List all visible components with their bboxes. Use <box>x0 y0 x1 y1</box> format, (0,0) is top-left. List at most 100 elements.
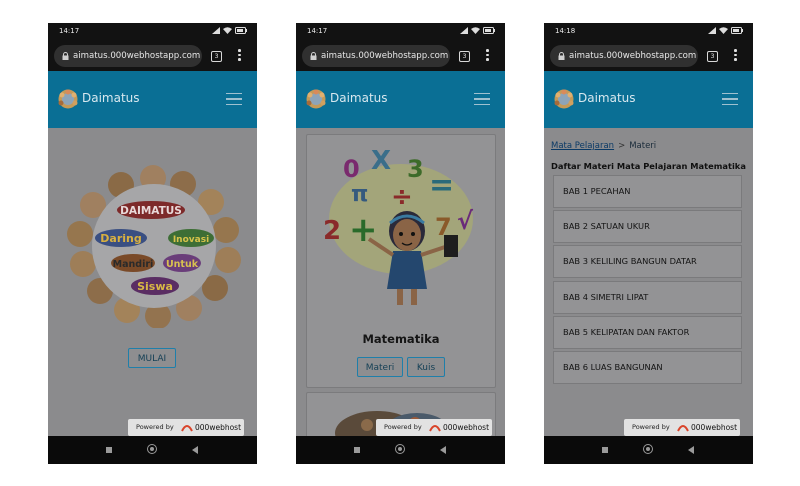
breadcrumb-link-mata-pelajaran[interactable]: Mata Pelajaran <box>551 141 614 151</box>
phone-screen-materi-list: 14:18 aimatus.000webhostapp.com 3 Daimat… <box>544 23 753 464</box>
tab-switcher-button[interactable]: 3 <box>211 51 222 62</box>
browser-menu-icon[interactable] <box>734 49 738 63</box>
powered-label: Powered by <box>384 423 422 431</box>
back-icon[interactable] <box>688 446 694 454</box>
battery-icon <box>235 27 247 34</box>
powered-by-badge[interactable]: Powered by 000webhost <box>376 419 492 436</box>
address-bar[interactable]: aimatus.000webhostapp.com <box>54 45 202 67</box>
kuis-button[interactable]: Kuis <box>407 357 445 377</box>
back-icon[interactable] <box>440 446 446 454</box>
home-icon[interactable] <box>147 444 157 454</box>
signal-icon <box>212 27 220 34</box>
list-item-bab-3[interactable]: BAB 3 KELILING BANGUN DATAR <box>553 245 742 278</box>
daimatus-logo-icon[interactable] <box>305 89 327 109</box>
browser-toolbar: aimatus.000webhostapp.com 3 <box>48 41 257 71</box>
home-icon[interactable] <box>643 444 653 454</box>
lock-icon <box>310 52 317 60</box>
browser-menu-icon[interactable] <box>486 49 490 63</box>
battery-icon <box>483 27 495 34</box>
url-text: aimatus.000webhostapp.com <box>73 51 201 61</box>
home-icon[interactable] <box>395 444 405 454</box>
mulai-button[interactable]: MULAI <box>128 348 176 368</box>
subject-title: Matematika <box>362 332 440 346</box>
tab-switcher-button[interactable]: 3 <box>459 51 470 62</box>
phone-screen-subjects: 14:17 aimatus.000webhostapp.com 3 Daimat… <box>296 23 505 464</box>
hero-word-mandiri: Mandiri <box>113 259 154 270</box>
list-item-bab-5[interactable]: BAB 5 KELIPATAN DAN FAKTOR <box>553 316 742 349</box>
app-header: Daimatus <box>544 71 753 128</box>
breadcrumb-separator: > <box>618 141 626 151</box>
browser-toolbar: aimatus.000webhostapp.com 3 <box>296 41 505 71</box>
menu-hamburger-icon[interactable] <box>722 93 738 105</box>
materi-button[interactable]: Materi <box>357 357 403 377</box>
hero-word-inovasi: Inovasi <box>173 235 209 245</box>
wifi-icon <box>719 27 728 34</box>
android-nav-bar <box>48 436 257 464</box>
recents-icon[interactable] <box>354 447 360 453</box>
page-content: DAIMATUS Daring Inovasi Mandiri Untuk Si… <box>48 128 257 436</box>
recents-icon[interactable] <box>106 447 112 453</box>
brand-title[interactable]: Daimatus <box>330 91 388 105</box>
android-nav-bar <box>544 436 753 464</box>
list-item-bab-4[interactable]: BAB 4 SIMETRI LIPAT <box>553 281 742 314</box>
address-bar[interactable]: aimatus.000webhostapp.com <box>550 45 698 67</box>
daimatus-logo-icon[interactable] <box>553 89 575 109</box>
back-icon[interactable] <box>192 446 198 454</box>
android-nav-bar <box>296 436 505 464</box>
list-item-bab-1[interactable]: BAB 1 PECAHAN <box>553 175 742 208</box>
status-bar: 14:17 <box>48 23 257 41</box>
signal-icon <box>708 27 716 34</box>
subject-card-matematika: 0 X 3 π ÷ = 2 + 7 √ Matematika Materi Ku… <box>306 134 496 388</box>
wifi-icon <box>471 27 480 34</box>
status-icons <box>708 27 743 34</box>
powered-by-badge[interactable]: Powered by 000webhost <box>624 419 740 436</box>
hero-word-untuk: Untuk <box>166 259 199 270</box>
materi-list-heading: Daftar Materi Mata Pelajaran Matematika <box>551 161 746 171</box>
status-time: 14:18 <box>555 27 576 35</box>
daimatus-logo-icon[interactable] <box>57 89 79 109</box>
status-bar: 14:18 <box>544 23 753 41</box>
math-symbol-root: √ <box>457 207 474 235</box>
powered-label: Powered by <box>632 423 670 431</box>
menu-hamburger-icon[interactable] <box>474 93 490 105</box>
page-content: Mata Pelajaran > Materi Daftar Materi Mata… <box>544 128 753 436</box>
powered-label: Powered by <box>136 423 174 431</box>
phone-screen-home: 14:17 aimatus.000webhostapp.com 3 Daimat… <box>48 23 257 464</box>
list-item-bab-6[interactable]: BAB 6 LUAS BANGUNAN <box>553 351 742 384</box>
webhost-logo-icon <box>677 425 689 432</box>
daimatus-hero-illustration: DAIMATUS Daring Inovasi Mandiri Untuk Si… <box>67 165 241 328</box>
brand-title[interactable]: Daimatus <box>578 91 636 105</box>
list-item-bab-2[interactable]: BAB 2 SATUAN UKUR <box>553 210 742 243</box>
powered-name: 000webhost <box>691 423 738 432</box>
app-header: Daimatus <box>48 71 257 128</box>
brand-title[interactable]: Daimatus <box>82 91 140 105</box>
hero-word-siswa: Siswa <box>137 280 173 293</box>
url-text: aimatus.000webhostapp.com <box>321 51 449 61</box>
hero-title: DAIMATUS <box>120 205 182 217</box>
lock-icon <box>558 52 565 60</box>
math-girl-illustration: 0 X 3 π ÷ = 2 + 7 √ <box>323 146 474 305</box>
powered-by-badge[interactable]: Powered by 000webhost <box>128 419 244 436</box>
lock-icon <box>62 52 69 60</box>
recents-icon[interactable] <box>602 447 608 453</box>
powered-name: 000webhost <box>195 423 242 432</box>
status-time: 14:17 <box>307 27 328 35</box>
app-header: Daimatus <box>296 71 505 128</box>
browser-toolbar: aimatus.000webhostapp.com 3 <box>544 41 753 71</box>
wifi-icon <box>223 27 232 34</box>
math-symbol-3: 3 <box>407 155 424 183</box>
status-icons <box>460 27 495 34</box>
hero-word-daring: Daring <box>100 232 141 245</box>
status-bar: 14:17 <box>296 23 505 41</box>
breadcrumb-current: Materi <box>629 141 657 151</box>
browser-menu-icon[interactable] <box>238 49 242 63</box>
address-bar[interactable]: aimatus.000webhostapp.com <box>302 45 450 67</box>
math-symbol-2: 2 <box>323 216 341 246</box>
math-symbol-equals: = <box>429 168 454 203</box>
status-icons <box>212 27 247 34</box>
battery-icon <box>731 27 743 34</box>
tab-switcher-button[interactable]: 3 <box>707 51 718 62</box>
breadcrumb: Mata Pelajaran > Materi <box>551 141 656 151</box>
page-content: 0 X 3 π ÷ = 2 + 7 √ Matematika Materi Ku… <box>296 128 505 436</box>
menu-hamburger-icon[interactable] <box>226 93 242 105</box>
